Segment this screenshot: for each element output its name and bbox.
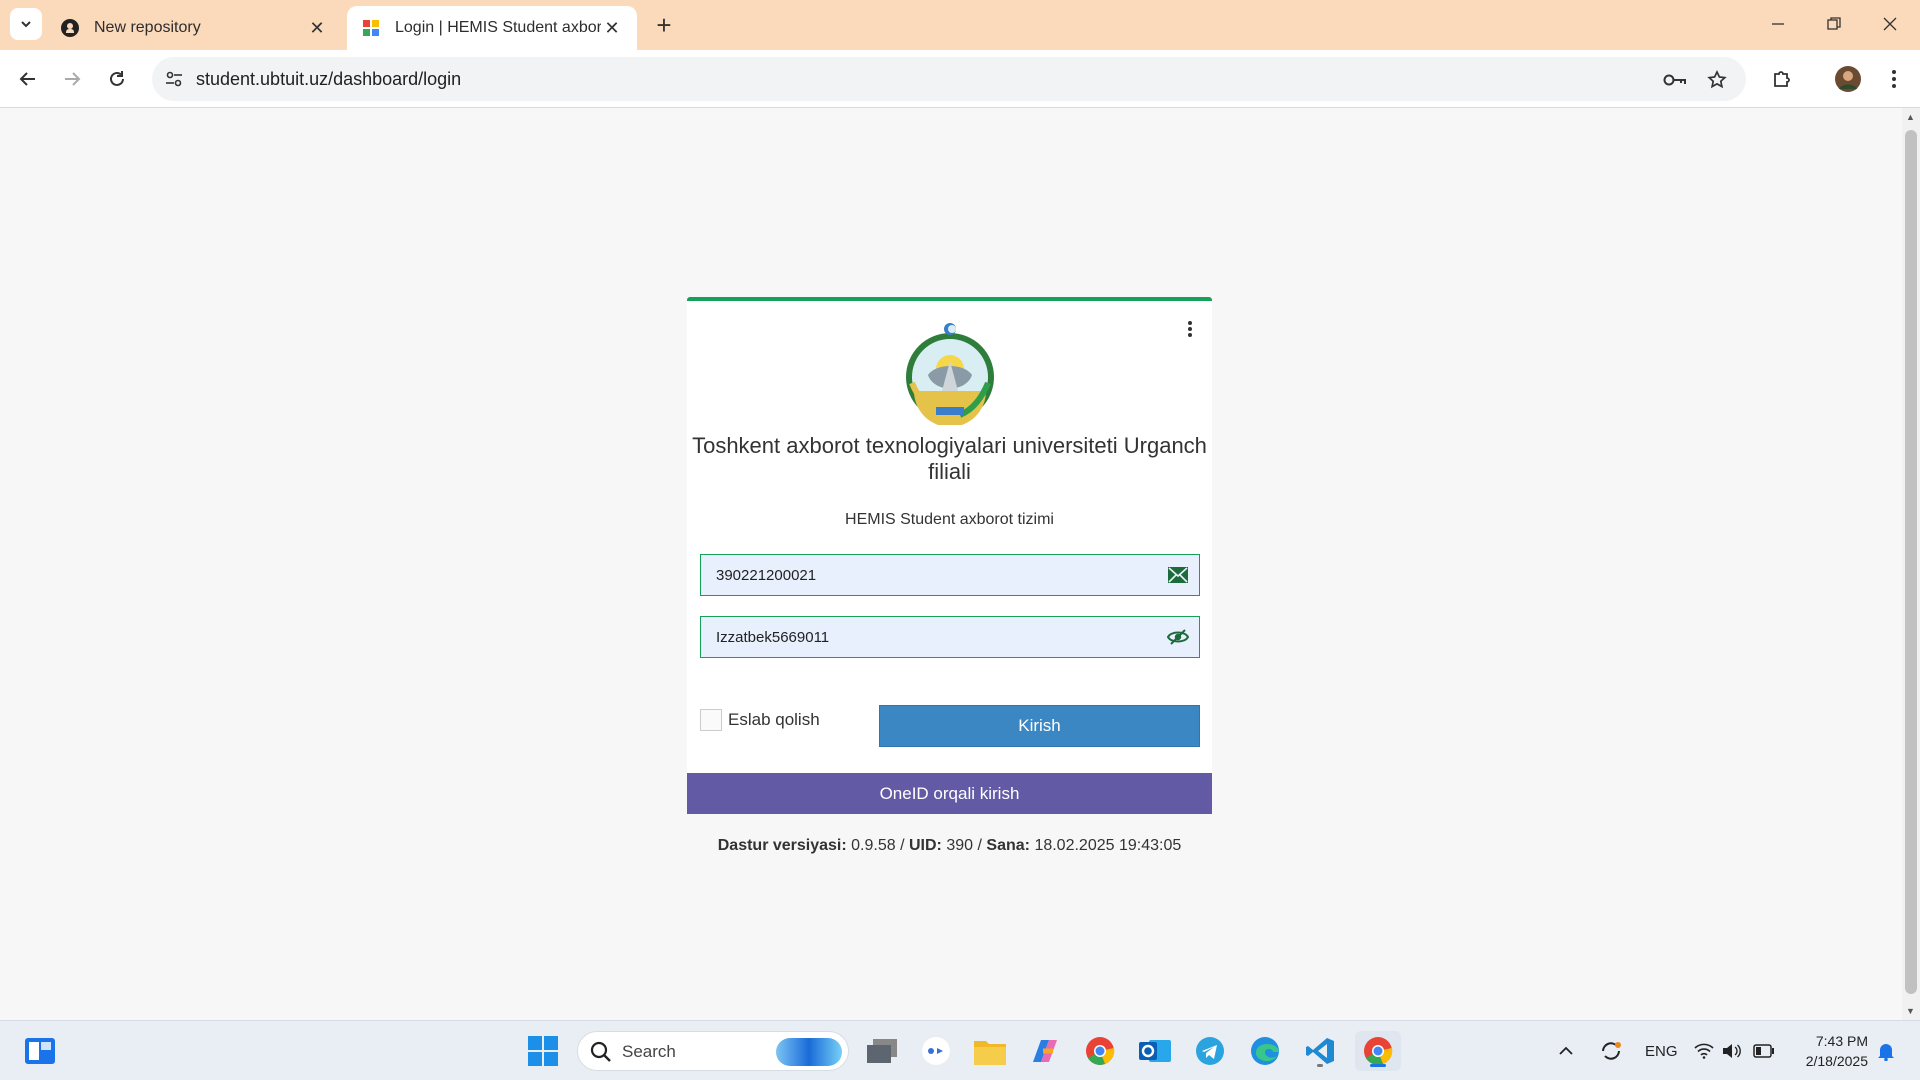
login-card: Toshkent axborot texnologiyalari univers… [687,297,1212,814]
password-input[interactable] [701,617,1141,657]
site-settings-icon[interactable] [162,67,186,91]
meet-icon[interactable] [916,1031,956,1071]
clock-time: 7:43 PM [1815,1033,1868,1049]
back-button[interactable] [12,63,44,95]
system-clock[interactable]: 7:43 PM 2/18/2025 [1788,1031,1868,1071]
taskbar-search[interactable]: Search [577,1031,849,1071]
chevron-up-icon[interactable] [1551,1031,1581,1071]
tab-hemis-login[interactable]: Login | HEMIS Student axborot ✕ [347,6,637,50]
date-value: 18.02.2025 19:43:05 [1034,837,1182,854]
password-field[interactable] [700,616,1200,658]
login-field[interactable] [700,554,1200,596]
search-placeholder: Search [622,1042,676,1061]
separator: / [977,837,982,854]
separator: / [900,837,905,854]
login-input[interactable] [701,555,1141,595]
wifi-icon[interactable] [1692,1031,1716,1071]
minimize-button[interactable] [1758,8,1798,40]
browser-tab-bar: New repository ✕ Login | HEMIS Student a… [0,0,1920,50]
bookmark-star-icon[interactable] [1704,67,1730,93]
task-view-icon[interactable] [862,1031,902,1071]
login-button[interactable]: Kirish [879,705,1200,747]
uzbekistan-emblem-icon [906,323,994,425]
minimize-icon [1772,23,1784,25]
date-label: Sana: [986,837,1030,854]
outlook-icon[interactable] [1135,1031,1175,1071]
scrollbar-thumb[interactable] [1905,130,1917,994]
envelope-icon [1167,565,1189,585]
vscode-icon[interactable] [1300,1031,1340,1071]
telegram-icon[interactable] [1190,1031,1230,1071]
close-icon[interactable]: ✕ [306,17,328,39]
arrow-right-icon [65,72,81,86]
browser-toolbar: student.ubtuit.uz/dashboard/login [0,50,1920,108]
volume-icon[interactable] [1720,1031,1744,1071]
running-indicator [1317,1064,1323,1067]
start-icon[interactable] [523,1031,563,1071]
github-icon [60,18,80,38]
hemis-icon [361,18,381,38]
edge-icon[interactable] [1245,1031,1285,1071]
search-highlight-icon [776,1038,842,1066]
chrome-active-icon[interactable] [1355,1031,1401,1071]
notification-bell-icon[interactable] [1872,1031,1900,1071]
tab-search-button[interactable] [10,8,42,40]
card-menu-button[interactable] [1183,319,1197,339]
clock-date: 2/18/2025 [1805,1053,1868,1069]
chevron-down-icon [21,21,31,28]
close-icon [1883,17,1897,31]
arrow-left-icon [19,72,35,86]
new-tab-button[interactable]: + [650,10,678,40]
password-key-icon[interactable] [1662,67,1688,93]
extensions-button[interactable] [1766,63,1798,95]
kebab-menu-icon [1892,70,1896,88]
url-text[interactable]: student.ubtuit.uz/dashboard/login [196,69,461,90]
page-scrollbar[interactable]: ▲ ▼ [1902,108,1920,1020]
remember-label: Eslab qolish [728,710,820,729]
kebab-menu-icon [1188,321,1192,325]
restore-icon [1827,17,1841,30]
file-explorer-icon[interactable] [970,1031,1010,1071]
remember-checkbox[interactable] [700,709,722,731]
scroll-up-icon[interactable]: ▲ [1906,112,1915,122]
tab-title: Login | HEMIS Student axborot [395,19,601,36]
scroll-down-icon[interactable]: ▼ [1906,1006,1915,1016]
restore-button[interactable] [1814,8,1854,40]
version-label: Dastur versiyasi: [717,837,847,854]
forward-button[interactable] [56,63,88,95]
profile-avatar[interactable] [1832,63,1864,95]
language-indicator[interactable]: ENG [1645,1043,1678,1060]
reload-icon [110,71,124,86]
version-info: Dastur versiyasi: 0.9.58 / UID: 390 / Sa… [687,837,1212,855]
tab-title: New repository [94,19,201,36]
browser-menu-button[interactable] [1878,63,1910,95]
reload-button[interactable] [101,63,133,95]
remember-me[interactable]: Eslab qolish [700,709,820,731]
active-indicator [1370,1064,1386,1067]
eye-slash-icon[interactable] [1167,627,1189,647]
sync-icon[interactable] [1594,1031,1628,1071]
widgets-icon[interactable] [20,1031,60,1071]
close-window-button[interactable] [1870,8,1910,40]
puzzle-icon [1774,71,1790,87]
oneid-login-button[interactable]: OneID orqali kirish [687,773,1212,814]
uid-value: 390 [946,837,974,854]
search-icon [590,1041,611,1062]
system-name: HEMIS Student axborot tizimi [845,511,1054,528]
address-bar[interactable]: student.ubtuit.uz/dashboard/login [152,57,1746,101]
tab-new-repository[interactable]: New repository ✕ [46,6,342,50]
copilot-icon[interactable] [1025,1031,1065,1071]
windows-taskbar: Search ENG 7:43 PM 2/18/2025 [0,1020,1920,1080]
chrome-icon[interactable] [1080,1031,1120,1071]
university-name: Toshkent axborot texnologiyalari univers… [692,433,1207,484]
battery-icon[interactable] [1750,1031,1778,1071]
avatar-icon [1835,66,1861,92]
version-value: 0.9.58 [851,837,896,854]
uid-label: UID: [909,837,942,854]
close-icon[interactable]: ✕ [601,17,623,39]
